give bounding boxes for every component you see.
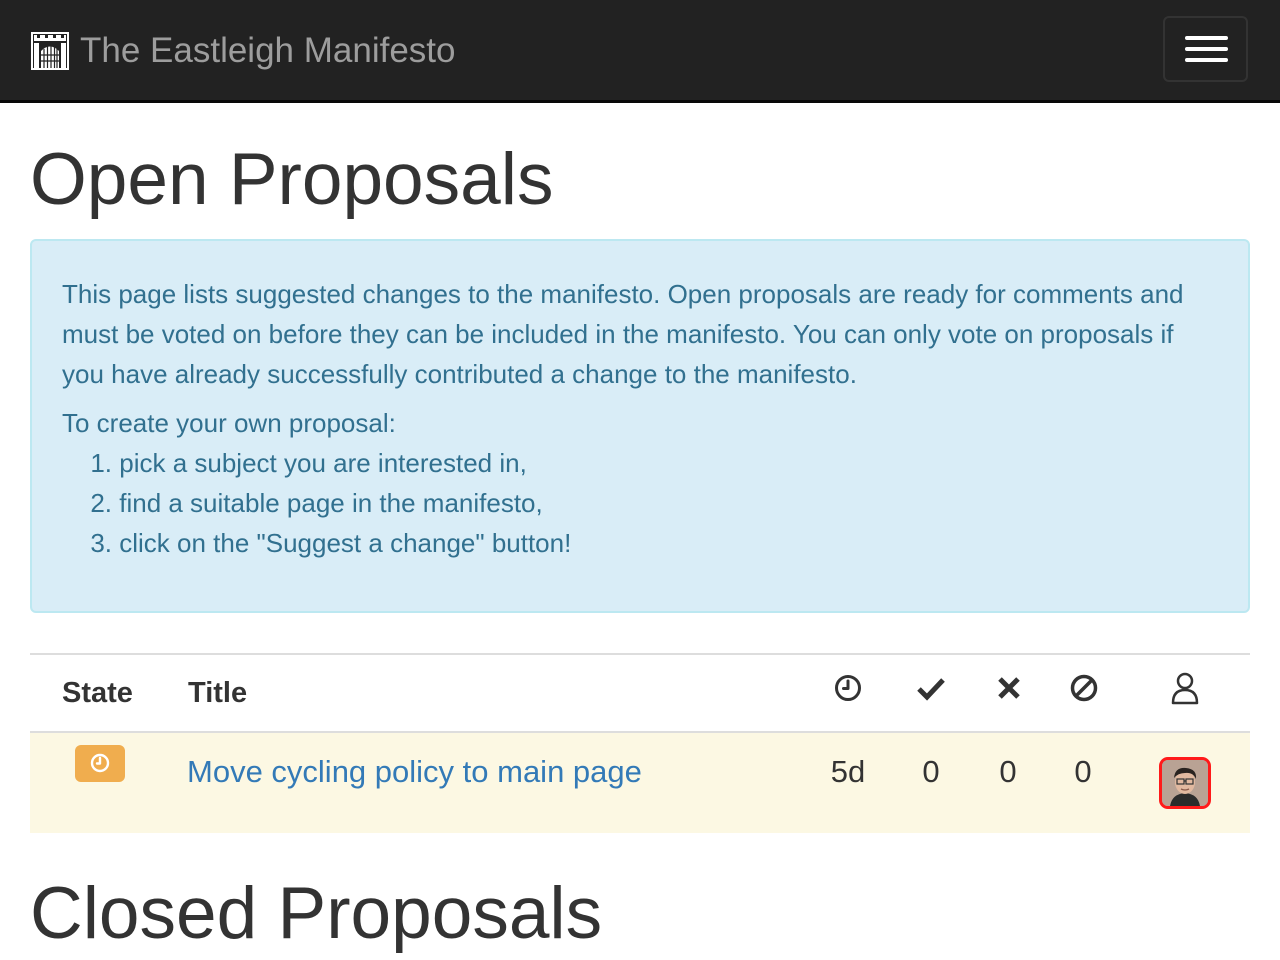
instruction-step: 3. click on the "Suggest a change" butto…	[90, 528, 572, 558]
table-row: Move cycling policy to main page 5d 0 0 …	[30, 733, 1250, 833]
table-header: State Title	[30, 653, 1250, 733]
abstain-votes: 0	[1074, 754, 1092, 789]
castle-gate-logo	[31, 32, 69, 70]
instruction-step: 2. find a suitable page in the manifesto…	[90, 488, 543, 518]
brand-title: The Eastleigh Manifesto	[80, 31, 456, 70]
clock-icon[interactable]	[833, 673, 863, 703]
hamburger-menu-icon	[1185, 36, 1228, 40]
create-proposal-intro: To create your own proposal:	[62, 408, 396, 438]
proposal-title-link[interactable]: Move cycling policy to main page	[187, 754, 642, 790]
title-column-header[interactable]: Title	[188, 677, 247, 710]
closed-proposals-heading: Closed Proposals	[30, 873, 603, 954]
hamburger-menu-icon	[1185, 47, 1228, 51]
brand-link[interactable]: The Eastleigh Manifesto	[30, 30, 455, 72]
instruction-step: 1. pick a subject you are interested in,	[90, 448, 527, 478]
clock-icon	[90, 753, 110, 773]
user-icon[interactable]	[1170, 671, 1200, 705]
no-votes: 0	[999, 754, 1017, 789]
user-avatar[interactable]	[1159, 757, 1211, 809]
info-paragraph: This page lists suggested changes to the…	[62, 279, 1184, 389]
cross-icon[interactable]	[994, 673, 1024, 703]
info-panel: This page lists suggested changes to the…	[30, 239, 1250, 613]
top-navbar: The Eastleigh Manifesto	[0, 0, 1280, 103]
open-proposals-table: State Title Move cycling policy to main …	[30, 653, 1250, 833]
state-badge	[75, 745, 125, 782]
abstain-icon[interactable]	[1069, 673, 1099, 703]
yes-votes: 0	[922, 754, 940, 789]
hamburger-menu-icon	[1185, 58, 1228, 62]
open-proposals-heading: Open Proposals	[30, 139, 554, 220]
time-remaining: 5d	[830, 754, 866, 789]
hamburger-menu-button[interactable]	[1163, 16, 1248, 82]
checkmark-icon[interactable]	[916, 673, 946, 703]
state-column-header[interactable]: State	[62, 677, 133, 710]
